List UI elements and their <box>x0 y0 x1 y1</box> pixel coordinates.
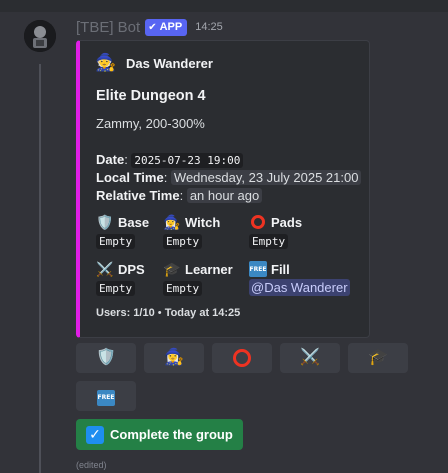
edited-indicator: (edited) <box>76 460 107 470</box>
local-time-value[interactable]: Wednesday, 23 July 2025 21:00 <box>170 170 362 185</box>
field-pads: Pads Empty <box>249 213 303 249</box>
bot-avatar[interactable] <box>24 20 56 52</box>
mage-icon: 🧙‍♀️ <box>164 349 184 366</box>
field-name: Witch <box>185 214 221 230</box>
app-badge-label: APP <box>159 21 183 33</box>
app-badge: ✔ APP <box>145 18 188 36</box>
field-value: Empty <box>249 234 289 249</box>
bot-avatar-image <box>24 20 56 52</box>
graduation-cap-icon: 🎓 <box>163 260 181 277</box>
mage-icon: 🧙‍♀️ <box>163 213 181 230</box>
field-value: Empty <box>96 281 136 296</box>
field-value: Empty <box>96 234 136 249</box>
field-dps: ⚔️ DPS Empty <box>96 260 145 296</box>
date-line: Date: 2025-07-23 19:00 <box>96 151 244 170</box>
embed-description: Zammy, 200-300% <box>96 116 205 131</box>
relative-time-value[interactable]: an hour ago <box>186 188 263 203</box>
embed-footer: Users: 1/10 • Today at 14:25 <box>96 307 241 319</box>
previous-message-strip <box>0 0 448 12</box>
relative-time-label: Relative Time <box>96 188 180 203</box>
red-circle-icon <box>233 349 251 367</box>
date-value: 2025-07-23 19:00 <box>131 153 244 168</box>
thread-line <box>39 64 41 473</box>
red-circle-icon <box>249 215 267 229</box>
date-label: Date <box>96 152 125 167</box>
role-button-learner[interactable]: 🎓 <box>348 343 408 373</box>
crossed-swords-icon: ⚔️ <box>96 260 114 277</box>
free-icon: FREE <box>97 387 115 406</box>
user-mention[interactable]: @Das Wanderer <box>249 279 350 296</box>
field-learner: 🎓 Learner Empty <box>163 260 233 296</box>
embed-author-name: Das Wanderer <box>126 55 213 71</box>
role-button-pads[interactable] <box>212 343 272 373</box>
check-box-icon: ✓ <box>86 425 104 444</box>
local-time-label: Local Time <box>96 170 164 185</box>
message-timestamp[interactable]: 14:25 <box>195 21 223 33</box>
graduation-cap-icon: 🎓 <box>368 349 388 366</box>
field-name: Base <box>118 214 150 230</box>
embed-author: 🧙 Das Wanderer <box>95 52 213 74</box>
footer-users: Users: 1/10 <box>96 307 155 319</box>
field-fill: FREE Fill @Das Wanderer <box>249 260 350 296</box>
embed-title: Elite Dungeon 4 <box>96 88 206 104</box>
crossed-swords-icon: ⚔️ <box>300 349 320 366</box>
author-avatar-icon: 🧙 <box>95 53 117 72</box>
shield-icon: 🛡️ <box>96 213 114 230</box>
local-time-line: Local Time: Wednesday, 23 July 2025 21:0… <box>96 169 362 187</box>
field-value: Empty <box>163 234 203 249</box>
field-base: 🛡️ Base Empty <box>96 213 150 249</box>
free-icon: FREE <box>249 261 267 277</box>
field-name: Learner <box>185 261 233 277</box>
field-name: DPS <box>118 261 145 277</box>
field-witch: 🧙‍♀️ Witch Empty <box>163 213 221 249</box>
relative-time-line: Relative Time: an hour ago <box>96 187 263 205</box>
role-button-dps[interactable]: ⚔️ <box>280 343 340 373</box>
role-button-base[interactable]: 🛡️ <box>76 343 136 373</box>
field-name: Fill <box>271 261 290 277</box>
bot-name[interactable]: [TBE] Bot <box>76 19 140 36</box>
field-name: Pads <box>271 214 303 230</box>
footer-time: Today at 14:25 <box>164 307 241 319</box>
field-value: Empty <box>163 281 203 296</box>
complete-group-button[interactable]: ✓ Complete the group <box>76 419 243 450</box>
complete-group-label: Complete the group <box>110 427 233 442</box>
role-button-fill[interactable]: FREE <box>76 381 136 411</box>
verified-check-icon: ✔ <box>148 21 157 33</box>
embed: 🧙 Das Wanderer Elite Dungeon 4 Zammy, 20… <box>76 40 370 338</box>
shield-icon: 🛡️ <box>96 349 116 366</box>
message-header: [TBE] Bot ✔ APP 14:25 <box>76 17 223 37</box>
role-button-witch[interactable]: 🧙‍♀️ <box>144 343 204 373</box>
